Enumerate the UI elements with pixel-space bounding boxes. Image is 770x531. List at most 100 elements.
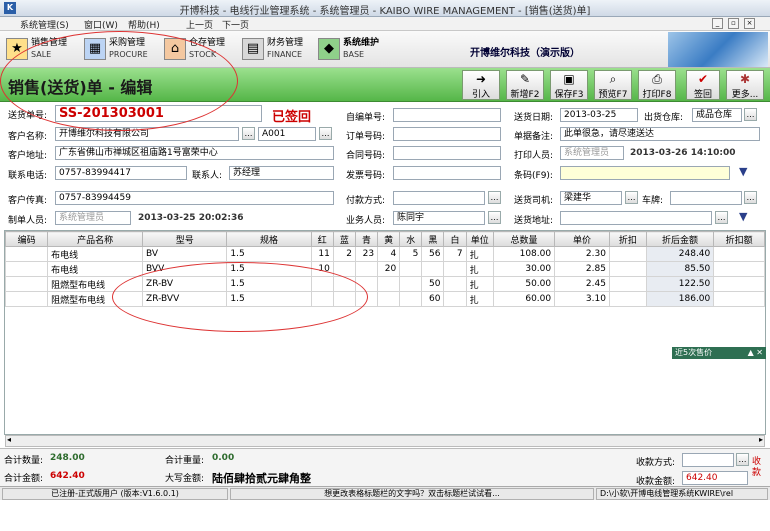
table-cell[interactable] [713,261,765,277]
table-cell[interactable]: 2.45 [554,276,610,292]
table-cell[interactable] [354,261,379,277]
col-header[interactable]: 青 [354,231,379,247]
table-cell[interactable]: 4 [377,246,401,262]
col-header[interactable]: 折后金额 [645,231,715,247]
col-header[interactable]: 型号 [142,231,228,247]
recent-prices-panel[interactable]: 近5次售价 ▲ ✕ [672,347,766,359]
table-cell[interactable] [4,276,49,292]
print-button[interactable]: ⎙ 打印F8 [638,70,676,100]
table-cell[interactable] [713,276,765,292]
vehicle-field[interactable] [670,191,742,205]
minimize-icon[interactable]: _ [712,18,723,29]
menu-next-page[interactable]: 下一页 [222,18,249,31]
order-no-field[interactable] [393,127,501,141]
menu-prev-page[interactable]: 上一页 [186,18,213,31]
table-cell[interactable]: 60.00 [492,291,556,307]
phone-field[interactable]: 0757-83994417 [55,166,187,180]
fax-field[interactable]: 0757-83994459 [55,191,334,205]
table-cell[interactable]: 122.50 [645,276,715,292]
table-cell[interactable]: 30.00 [492,261,556,277]
panel-controls-icon[interactable]: ▲ ✕ [748,347,763,359]
ship-addr-lookup-icon[interactable]: … [715,211,728,224]
vehicle-lookup-icon[interactable]: … [744,191,757,204]
table-cell[interactable]: 扎 [465,246,494,262]
driver-field[interactable]: 梁建华 [560,191,622,205]
table-cell[interactable] [421,261,445,277]
col-header[interactable]: 水 [399,231,423,247]
col-header[interactable]: 编码 [4,231,49,247]
table-cell[interactable]: 1.5 [226,246,312,262]
table-cell[interactable]: 56 [421,246,445,262]
receipt-method-lookup-icon[interactable]: … [736,453,749,466]
invoice-field[interactable] [393,166,501,180]
save-button[interactable]: ▣ 保存F3 [550,70,588,100]
table-cell[interactable]: 108.00 [492,246,556,262]
customer-code-lookup-icon[interactable]: … [319,127,332,140]
col-header[interactable]: 蓝 [332,231,356,247]
table-cell[interactable]: 5 [399,246,423,262]
table-cell[interactable] [713,246,765,262]
payment-field[interactable] [393,191,485,205]
table-cell[interactable]: BV [142,246,228,262]
table-cell[interactable]: 扎 [465,261,494,277]
table-cell[interactable] [443,276,467,292]
col-header[interactable]: 总数量 [492,231,556,247]
expand-down-icon[interactable]: ▼ [739,210,747,223]
table-cell[interactable] [443,291,467,307]
ship-date-field[interactable]: 2013-03-25 [560,108,638,122]
receipt-amount-field[interactable]: 642.40 [682,471,748,485]
table-cell[interactable] [399,291,423,307]
scroll-right-icon[interactable]: ▸ [759,435,763,444]
table-cell[interactable]: 20 [377,261,401,277]
table-cell[interactable]: 186.00 [645,291,715,307]
table-row[interactable]: 布电线 BVV 1.5 10 20 扎 30.00 2.85 85.50 [4,261,765,277]
table-cell[interactable]: 3.10 [554,291,610,307]
restore-icon[interactable]: ▫ [728,18,739,29]
table-cell[interactable] [399,261,423,277]
table-cell[interactable]: 248.40 [645,246,715,262]
sign-back-button[interactable]: ✔ 签回 [686,70,720,100]
barcode-input[interactable] [560,166,730,180]
product-grid[interactable]: 编码 产品名称 型号 规格 红 蓝 青 黄 水 黑 白 单位 总数量 单价 折扣… [4,230,766,435]
sales-lookup-icon[interactable]: … [488,211,501,224]
table-cell[interactable]: 60 [421,291,445,307]
table-cell[interactable] [377,291,401,307]
table-cell[interactable] [377,276,401,292]
module-base-button[interactable]: ◆ 系统维护 BASE [318,34,379,64]
table-cell[interactable] [608,261,647,277]
warehouse-lookup-icon[interactable]: … [744,108,757,121]
table-cell[interactable] [608,276,647,292]
table-cell[interactable]: 85.50 [645,261,715,277]
table-cell[interactable] [4,291,49,307]
table-cell[interactable]: 扎 [465,276,494,292]
col-header[interactable]: 单价 [554,231,610,247]
receipt-method-field[interactable] [682,453,734,467]
table-cell[interactable] [608,246,647,262]
warehouse-field[interactable]: 成品仓库 [692,108,742,122]
horizontal-scrollbar[interactable]: ◂ ▸ [5,435,765,447]
table-cell[interactable]: 布电线 [47,261,144,277]
menu-window[interactable]: 窗口(W) [84,18,118,31]
self-no-field[interactable] [393,108,501,122]
table-cell[interactable] [713,291,765,307]
import-button[interactable]: ➜ 引入 [462,70,500,100]
table-cell[interactable] [608,291,647,307]
table-cell[interactable]: 50 [421,276,445,292]
table-cell[interactable]: 布电线 [47,246,144,262]
menu-help[interactable]: 帮助(H) [128,18,160,31]
address-field[interactable]: 广东省佛山市禅城区祖庙路1号富荣中心 [55,146,334,160]
col-header[interactable]: 黑 [421,231,445,247]
new-button[interactable]: ✎ 新增F2 [506,70,544,100]
table-cell[interactable] [399,276,423,292]
table-cell[interactable]: 2.30 [554,246,610,262]
table-cell[interactable] [443,261,467,277]
customer-code-field[interactable]: A001 [258,127,316,141]
table-cell[interactable]: 2 [332,246,356,262]
more-button[interactable]: ✱ 更多... [726,70,764,100]
col-header[interactable]: 规格 [226,231,312,247]
col-header[interactable]: 单位 [465,231,494,247]
col-header[interactable]: 折扣 [608,231,647,247]
customer-lookup-icon[interactable]: … [242,127,255,140]
remark-field[interactable]: 此单很急，请尽速送达 [560,127,760,141]
table-cell[interactable]: 23 [354,246,379,262]
